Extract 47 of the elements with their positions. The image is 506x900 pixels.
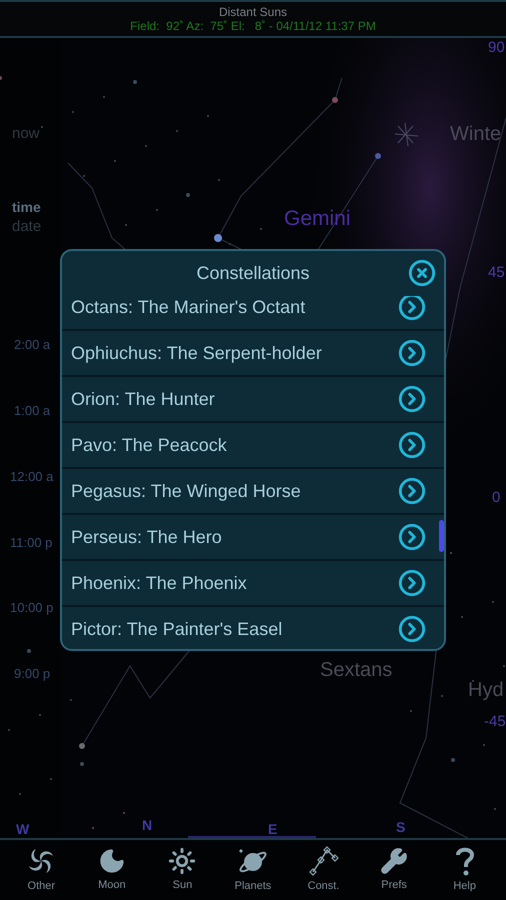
chevron-icon	[398, 339, 426, 367]
altitude-label: 0	[492, 490, 500, 505]
chevron-icon	[398, 523, 426, 551]
time-scale-label: 11:00 p	[10, 536, 52, 549]
time-scale-label: date	[12, 219, 42, 234]
altitude-label: 45	[488, 265, 505, 280]
compass-label: E	[268, 822, 278, 836]
constellation-label: Winte	[450, 124, 502, 144]
compass-label: W	[16, 822, 30, 836]
toolbar-button[interactable]: Sun	[150, 846, 214, 894]
altitude-label: 90	[488, 40, 505, 55]
chevron-icon	[398, 296, 426, 321]
sun-icon	[168, 846, 196, 875]
moon-icon	[98, 846, 126, 875]
time-scale-label: time	[12, 200, 41, 214]
wrench-icon	[380, 846, 408, 875]
time-scale-label: 10:00 p	[10, 601, 54, 614]
chevron-icon	[398, 431, 426, 459]
chevron-icon	[398, 385, 426, 413]
toolbar-button[interactable]: Planets	[220, 846, 285, 894]
close-button[interactable]	[408, 259, 436, 287]
constellation-label: Hyd	[468, 680, 504, 700]
chevron-icon	[398, 477, 426, 505]
time-scale-label: now	[12, 126, 40, 141]
compass-label: N	[142, 818, 152, 832]
app-title: Distant Suns	[218, 5, 288, 19]
toolbar-button[interactable]: Help	[432, 846, 497, 894]
compass-label: S	[396, 820, 406, 834]
constellation-icon	[308, 846, 339, 876]
time-scale-label: 12:00 a	[10, 470, 54, 483]
dialog-title: Constellations	[196, 262, 310, 285]
chevron-icon	[398, 569, 426, 597]
altitude-label: -45	[484, 714, 506, 729]
toolbar-button[interactable]: Prefs	[362, 846, 426, 894]
chevron-icon	[398, 615, 426, 643]
time-scale-label: 2:00 a	[14, 338, 50, 351]
constellation-label: Gemini	[284, 208, 351, 229]
constellation-label: Sextans	[320, 660, 392, 680]
constellation-list-item[interactable]: Octans: The Mariner's Octant	[62, 296, 444, 331]
time-scale-label: 1:00 a	[14, 404, 50, 417]
toolbar-button[interactable]: Moon	[80, 846, 144, 894]
toolbar-button[interactable]: Other	[9, 846, 74, 894]
help-icon	[454, 846, 475, 876]
sky-status-text: Field: 92˚ Az: 75˚ El: 8˚ - 04/11/12 11:37 PM	[130, 19, 376, 33]
time-scale-label: 9:00 p	[14, 667, 50, 680]
toolbar-button[interactable]: Const.	[292, 846, 356, 894]
scrollbar	[439, 520, 444, 552]
